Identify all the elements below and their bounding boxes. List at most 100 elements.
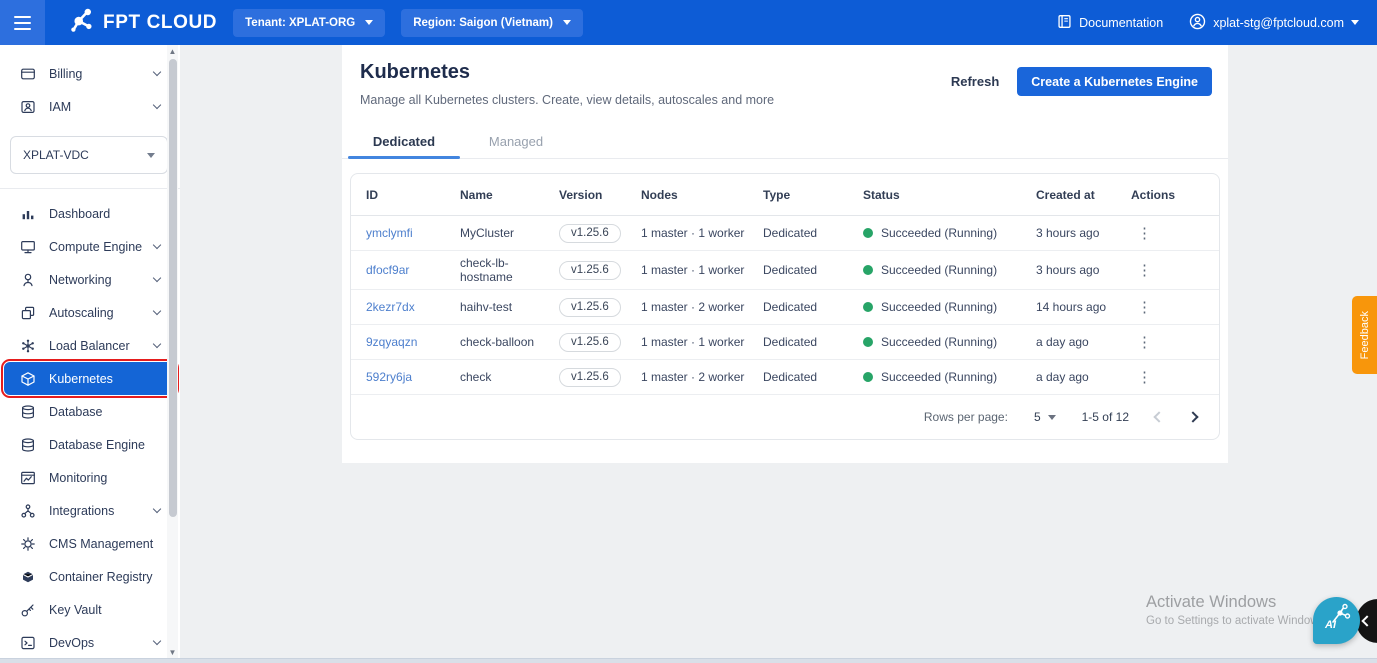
account-menu[interactable]: xplat-stg@fptcloud.com xyxy=(1189,13,1359,33)
cluster-name: check-lb-hostname xyxy=(460,256,513,284)
refresh-button[interactable]: Refresh xyxy=(951,74,999,89)
sidebar-item-label: Networking xyxy=(49,272,112,287)
sidebar-item-label: Key Vault xyxy=(49,602,102,617)
cluster-id-link[interactable]: ymclymfi xyxy=(366,226,413,240)
sidebar-item-autoscaling[interactable]: Autoscaling xyxy=(4,296,176,329)
sidebar-scrollbar[interactable]: ▲ ▼ xyxy=(167,45,178,658)
scroll-up-icon[interactable]: ▲ xyxy=(167,45,178,57)
column-header-version: Version xyxy=(559,187,603,202)
status-dot-icon xyxy=(863,265,873,275)
tab-bar: Dedicated Managed xyxy=(342,124,1228,159)
sidebar-main-group: Dashboard Compute Engine Networking Autosca… xyxy=(0,197,180,659)
sidebar-divider xyxy=(0,188,180,189)
table-row: dfocf9ar check-lb-hostname v1.25.6 1 master… xyxy=(351,251,1219,290)
row-actions-kebab-icon[interactable]: ⋮ xyxy=(1131,369,1158,386)
sidebar-item-kubernetes[interactable]: Kubernetes xyxy=(1,359,179,398)
chevron-down-icon xyxy=(152,240,162,250)
database-engine-icon xyxy=(20,437,36,453)
load-balancer-icon xyxy=(20,338,36,354)
tab-managed[interactable]: Managed xyxy=(460,124,572,158)
sidebar-item-key-vault[interactable]: Key Vault xyxy=(4,593,176,626)
cluster-id-link[interactable]: 9zqyaqzn xyxy=(366,335,417,349)
hamburger-menu-button[interactable] xyxy=(0,0,45,45)
create-kubernetes-engine-button[interactable]: Create a Kubernetes Engine xyxy=(1017,67,1212,96)
account-email: xplat-stg@fptcloud.com xyxy=(1213,15,1344,30)
sidebar-item-label: Autoscaling xyxy=(49,305,114,320)
row-actions-kebab-icon[interactable]: ⋮ xyxy=(1131,225,1158,242)
scrollbar-thumb[interactable] xyxy=(168,59,177,517)
chevron-down-icon xyxy=(152,100,162,110)
next-page-button[interactable] xyxy=(1187,411,1199,423)
cluster-status: Succeeded (Running) xyxy=(881,226,998,240)
cluster-id-link[interactable]: 2kezr7dx xyxy=(366,300,415,314)
cluster-status: Succeeded (Running) xyxy=(881,263,998,277)
sidebar-item-integrations[interactable]: Integrations xyxy=(4,494,176,527)
ai-chat-bubble-button[interactable]: AI xyxy=(1313,597,1360,644)
version-chip: v1.25.6 xyxy=(559,260,621,280)
cluster-id-link[interactable]: dfocf9ar xyxy=(366,263,409,277)
cluster-id-link[interactable]: 592ry6ja xyxy=(366,370,412,384)
rows-per-page-select[interactable]: 5 xyxy=(1034,410,1056,424)
svg-text:AI: AI xyxy=(1324,619,1337,631)
table-header-row: ID Name Version Nodes Type Status Created at Ac… xyxy=(351,174,1219,216)
rows-per-page-label: Rows per page: xyxy=(923,410,1008,424)
column-header-type: Type xyxy=(763,187,791,202)
previous-page-button[interactable] xyxy=(1153,411,1165,423)
cluster-status: Succeeded (Running) xyxy=(881,300,998,314)
sidebar-item-networking[interactable]: Networking xyxy=(4,263,176,296)
sidebar-item-compute-engine[interactable]: Compute Engine xyxy=(4,230,176,263)
bottom-edge-strip xyxy=(0,658,1377,663)
monitoring-icon xyxy=(20,470,36,486)
tab-dedicated[interactable]: Dedicated xyxy=(348,124,460,159)
sidebar-item-label: Compute Engine xyxy=(49,239,143,254)
sidebar-item-devops[interactable]: DevOps xyxy=(4,626,176,659)
vdc-selector[interactable]: XPLAT-VDC xyxy=(10,136,168,174)
compute-engine-icon xyxy=(20,239,36,255)
sidebar-item-label: Billing xyxy=(49,66,83,81)
version-chip: v1.25.6 xyxy=(559,297,621,317)
tenant-selector[interactable]: Tenant: XPLAT-ORG xyxy=(233,8,386,37)
cms-management-icon xyxy=(20,536,36,552)
sidebar-item-billing[interactable]: Billing xyxy=(4,57,176,90)
cluster-type: Dedicated xyxy=(763,370,818,384)
ai-molecule-icon: AI xyxy=(1320,601,1354,640)
version-chip: v1.25.6 xyxy=(559,367,621,387)
main-content-panel: Kubernetes Manage all Kubernetes cluster… xyxy=(342,45,1228,463)
region-selector[interactable]: Region: Saigon (Vietnam) xyxy=(401,8,583,37)
sidebar: Billing IAM XPLAT-VDC Dashboard Compute En… xyxy=(0,45,180,658)
sidebar-item-database[interactable]: Database xyxy=(4,395,176,428)
fpt-molecule-icon xyxy=(67,4,99,41)
sidebar-item-cms-management[interactable]: CMS Management xyxy=(4,527,176,560)
table-row: 592ry6ja check v1.25.6 1 master · 2 worker D… xyxy=(351,360,1219,395)
row-actions-kebab-icon[interactable]: ⋮ xyxy=(1131,334,1158,351)
table-body: ymclymfi MyCluster v1.25.6 1 master · 1 wor… xyxy=(351,216,1219,395)
sidebar-item-database-engine[interactable]: Database Engine xyxy=(4,428,176,461)
sidebar-item-monitoring[interactable]: Monitoring xyxy=(4,461,176,494)
sidebar-item-label: Integrations xyxy=(49,503,115,518)
activate-windows-watermark: Activate Windows Go to Settings to activ… xyxy=(1146,593,1324,627)
hamburger-icon xyxy=(14,15,31,30)
row-actions-kebab-icon[interactable]: ⋮ xyxy=(1131,299,1158,316)
sidebar-item-iam[interactable]: IAM xyxy=(4,90,176,123)
chevron-down-icon xyxy=(152,306,162,316)
scroll-down-icon[interactable]: ▼ xyxy=(167,646,178,658)
row-actions-kebab-icon[interactable]: ⋮ xyxy=(1131,262,1158,279)
feedback-label: Feedback xyxy=(1358,310,1371,360)
feedback-tab[interactable]: Feedback xyxy=(1352,296,1377,374)
cluster-created-at: a day ago xyxy=(1036,370,1089,384)
sidebar-item-label: Database Engine xyxy=(49,437,145,452)
user-avatar-icon xyxy=(1189,13,1206,33)
version-chip: v1.25.6 xyxy=(559,332,621,352)
sidebar-item-dashboard[interactable]: Dashboard xyxy=(4,197,176,230)
cluster-created-at: a day ago xyxy=(1036,335,1089,349)
cluster-status: Succeeded (Running) xyxy=(881,370,998,384)
sidebar-item-container-registry[interactable]: Container Registry xyxy=(4,560,176,593)
sidebar-item-load-balancer[interactable]: Load Balancer xyxy=(4,329,176,362)
sidebar-item-label: CMS Management xyxy=(49,536,154,551)
documentation-link[interactable]: Documentation xyxy=(1057,14,1163,32)
chevron-down-icon xyxy=(152,636,162,646)
tenant-label: Tenant: XPLAT-ORG xyxy=(245,16,356,29)
key-vault-icon xyxy=(20,602,36,618)
database-icon xyxy=(20,404,36,420)
status-dot-icon xyxy=(863,372,873,382)
